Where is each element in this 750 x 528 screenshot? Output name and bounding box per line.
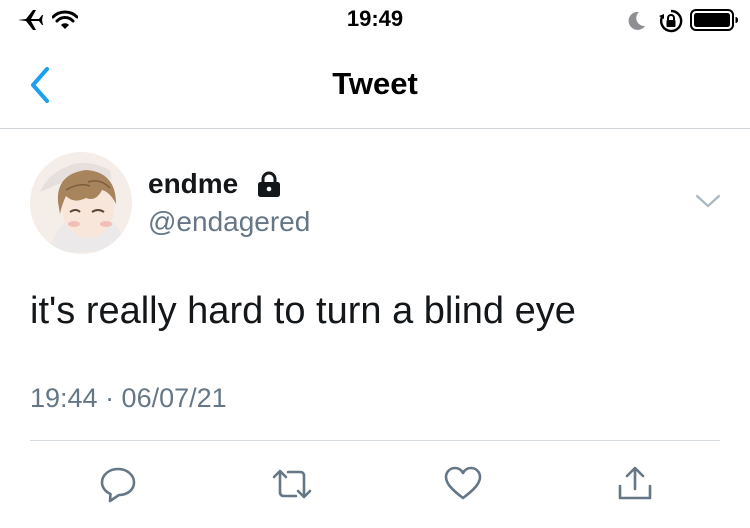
like-button[interactable] [443, 464, 483, 509]
share-icon [618, 466, 652, 500]
author-name[interactable]: endme [148, 168, 238, 200]
avatar[interactable] [30, 152, 132, 254]
tweet-timestamp: 19:44 · 06/07/21 [30, 383, 227, 413]
battery-icon [690, 8, 740, 37]
reply-button[interactable] [98, 464, 138, 509]
tweet-text: it's really hard to turn a blind eye [30, 290, 576, 332]
page-title: Tweet [332, 66, 418, 101]
author-handle[interactable]: @endagered [148, 206, 310, 238]
nav-divider [0, 128, 750, 129]
retweet-icon [272, 469, 312, 499]
retweet-button[interactable] [270, 464, 314, 509]
share-button[interactable] [615, 464, 655, 509]
like-icon [444, 466, 482, 500]
lock-icon [256, 171, 282, 204]
moon-icon [625, 9, 647, 38]
chevron-down-icon[interactable] [694, 192, 722, 215]
reply-icon [100, 467, 136, 503]
rotation-lock-icon [658, 8, 684, 39]
tweet-divider [30, 440, 720, 441]
